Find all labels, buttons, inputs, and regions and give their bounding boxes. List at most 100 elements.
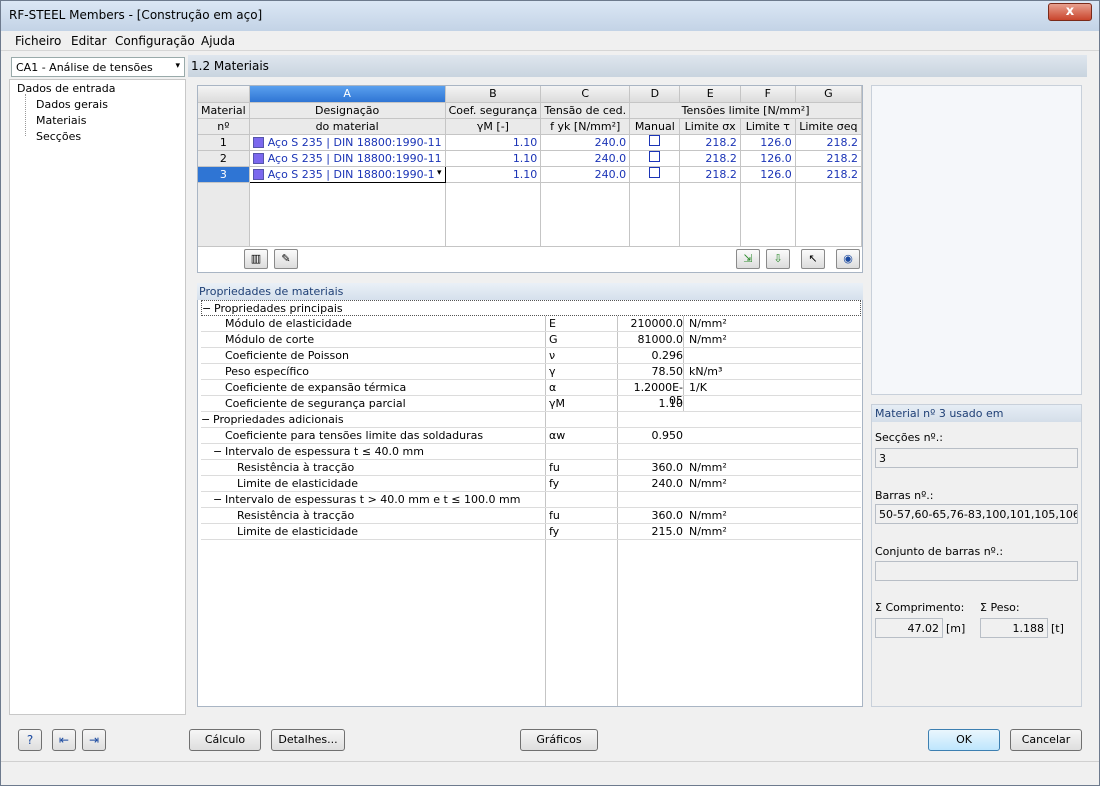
eye-icon[interactable]: ◉	[836, 249, 860, 269]
manual-cell[interactable]	[629, 150, 681, 167]
gamma-m-cell[interactable]: 1.10	[445, 166, 542, 183]
close-icon[interactable]: x	[1048, 3, 1092, 21]
tree-item-general-data[interactable]: Dados gerais	[36, 98, 108, 111]
limit-sx-cell[interactable]: 218.2	[679, 166, 741, 183]
gamma-m-cell[interactable]: 1.10	[445, 150, 542, 167]
case-select[interactable]: CA1 - Análise de tensões ▾	[11, 57, 185, 77]
group-thickness-range-2[interactable]: − Intervalo de espessuras t > 40.0 mm e …	[201, 492, 861, 508]
export-icon[interactable]: ⇤	[52, 729, 76, 751]
property-row[interactable]: Peso específico γ 78.50 kN/m³	[201, 364, 861, 380]
calculation-button[interactable]: Cálculo	[189, 729, 261, 751]
minus-icon[interactable]: −	[201, 413, 210, 426]
minus-icon[interactable]: −	[202, 302, 211, 315]
limit-t-cell[interactable]: 126.0	[740, 166, 796, 183]
minus-icon[interactable]: −	[213, 445, 222, 458]
chevron-down-icon[interactable]: ▾	[437, 168, 442, 178]
col-letter-a[interactable]: A	[249, 86, 446, 103]
row-number[interactable]: 3	[198, 166, 250, 183]
library-icon[interactable]: ▥	[244, 249, 268, 269]
menu-editar[interactable]: Editar	[71, 34, 107, 48]
tree-connector	[25, 94, 26, 136]
ok-button[interactable]: OK	[928, 729, 1000, 751]
row-number[interactable]: 1	[198, 134, 250, 151]
menu-configuracao[interactable]: Configuração	[115, 34, 195, 48]
property-value[interactable]: 210000.0	[621, 317, 684, 330]
details-button[interactable]: Detalhes...	[271, 729, 345, 751]
property-value[interactable]: 215.0	[621, 525, 684, 538]
property-value[interactable]: 1.10	[621, 397, 684, 410]
limit-sx-cell[interactable]: 218.2	[679, 134, 741, 151]
property-row[interactable]: Coeficiente de expansão térmica α 1.2000E-…	[201, 380, 861, 407]
group-main-properties[interactable]: − Propriedades principais	[201, 300, 861, 316]
limit-t-cell[interactable]: 126.0	[740, 134, 796, 151]
menu-ajuda[interactable]: Ajuda	[201, 34, 235, 48]
limit-sx-cell[interactable]: 218.2	[679, 150, 741, 167]
group-thickness-range-1[interactable]: − Intervalo de espessura t ≤ 40.0 mm	[201, 444, 861, 460]
property-value[interactable]: 81000.0	[621, 333, 684, 346]
col-letter-e[interactable]: E	[679, 86, 741, 103]
group-additional-properties[interactable]: − Propriedades adicionais	[201, 412, 861, 428]
property-row[interactable]: Resistência à tracção fu 360.0 N/mm²	[201, 460, 861, 476]
property-row[interactable]: Limite de elasticidade fy 240.0 N/mm²	[201, 476, 861, 492]
manual-checkbox[interactable]	[649, 135, 661, 146]
header-material: Material	[198, 102, 250, 119]
cancel-button[interactable]: Cancelar	[1010, 729, 1082, 751]
import-icon[interactable]: ⇥	[82, 729, 106, 751]
property-value[interactable]: 78.50	[621, 365, 684, 378]
material-name-cell[interactable]: Aço S 235 | DIN 18800:1990-11	[249, 150, 446, 167]
limit-t-cell[interactable]: 126.0	[740, 150, 796, 167]
gamma-m-cell[interactable]: 1.10	[445, 134, 542, 151]
property-row[interactable]: Resistência à tracção fu 360.0 N/mm²	[201, 508, 861, 524]
col-letter-b[interactable]: B	[445, 86, 542, 103]
row-number[interactable]: 2	[198, 150, 250, 167]
graphics-button[interactable]: Gráficos	[520, 729, 598, 751]
property-value[interactable]: 0.950	[621, 429, 684, 442]
property-row[interactable]: Módulo de corte G 81000.0 N/mm²	[201, 332, 861, 348]
property-row[interactable]: Módulo de elasticidade E 210000.0 N/mm²	[201, 316, 861, 332]
property-value[interactable]: 0.296	[621, 349, 684, 362]
manual-cell[interactable]	[629, 134, 681, 151]
help-icon[interactable]: ?	[18, 729, 42, 751]
manual-cell[interactable]	[629, 166, 681, 183]
property-symbol: γ	[549, 365, 556, 378]
material-name-cell[interactable]: Aço S 235 | DIN 18800:1990-11	[249, 134, 446, 151]
table-row[interactable]: 1 Aço S 235 | DIN 18800:1990-11 1.10 240…	[198, 134, 863, 151]
property-row[interactable]: Coeficiente de segurança parcial γM 1.10	[201, 396, 861, 412]
property-row[interactable]: Limite de elasticidade fy 215.0 N/mm²	[201, 524, 861, 540]
property-value[interactable]: 360.0	[621, 461, 684, 474]
excel-export-icon[interactable]: ⇲	[736, 249, 760, 269]
property-row[interactable]: Coeficiente para tensões limite das sold…	[201, 428, 861, 444]
manual-checkbox[interactable]	[649, 151, 661, 162]
limit-seq-cell[interactable]: 218.2	[795, 134, 863, 151]
manual-checkbox[interactable]	[649, 167, 661, 178]
pick-icon[interactable]: ↖	[801, 249, 825, 269]
property-symbol: E	[549, 317, 556, 330]
property-symbol: ν	[549, 349, 556, 362]
property-row[interactable]: Coeficiente de Poisson ν 0.296	[201, 348, 861, 364]
material-name-dropdown[interactable]: Aço S 235 | DIN 18800:1990-1 ▾	[248, 165, 446, 183]
excel-import-icon[interactable]: ⇩	[766, 249, 790, 269]
limit-seq-cell[interactable]: 218.2	[795, 166, 863, 183]
table-row[interactable]: 2 Aço S 235 | DIN 18800:1990-11 1.10 240…	[198, 150, 863, 167]
edit-material-icon[interactable]: ✎	[274, 249, 298, 269]
sections-field[interactable]: 3	[875, 448, 1078, 468]
property-value[interactable]: 240.0	[621, 477, 684, 490]
menu-ficheiro[interactable]: Ficheiro	[15, 34, 61, 48]
col-letter-c[interactable]: C	[540, 86, 631, 103]
member-sets-field[interactable]	[875, 561, 1078, 581]
col-letter-f[interactable]: F	[740, 86, 796, 103]
col-letter-d[interactable]: D	[629, 86, 681, 103]
tree-root-input-data[interactable]: Dados de entrada	[17, 82, 115, 95]
members-field[interactable]: 50-57,60-65,76-83,100,101,105,106,110-	[875, 504, 1078, 524]
limit-seq-cell[interactable]: 218.2	[795, 150, 863, 167]
col-letter-g[interactable]: G	[795, 86, 863, 103]
fyk-cell[interactable]: 240.0	[540, 150, 631, 167]
property-unit: N/mm²	[689, 461, 727, 474]
property-value[interactable]: 360.0	[621, 509, 684, 522]
fyk-cell[interactable]: 240.0	[540, 166, 631, 183]
fyk-cell[interactable]: 240.0	[540, 134, 631, 151]
table-row-selected[interactable]: 3 Aço S 235 | DIN 18800:1990-1 ▾ 1.10 240…	[198, 165, 863, 183]
tree-item-sections[interactable]: Secções	[36, 130, 81, 143]
minus-icon[interactable]: −	[213, 493, 222, 506]
tree-item-materials[interactable]: Materiais	[36, 114, 86, 127]
